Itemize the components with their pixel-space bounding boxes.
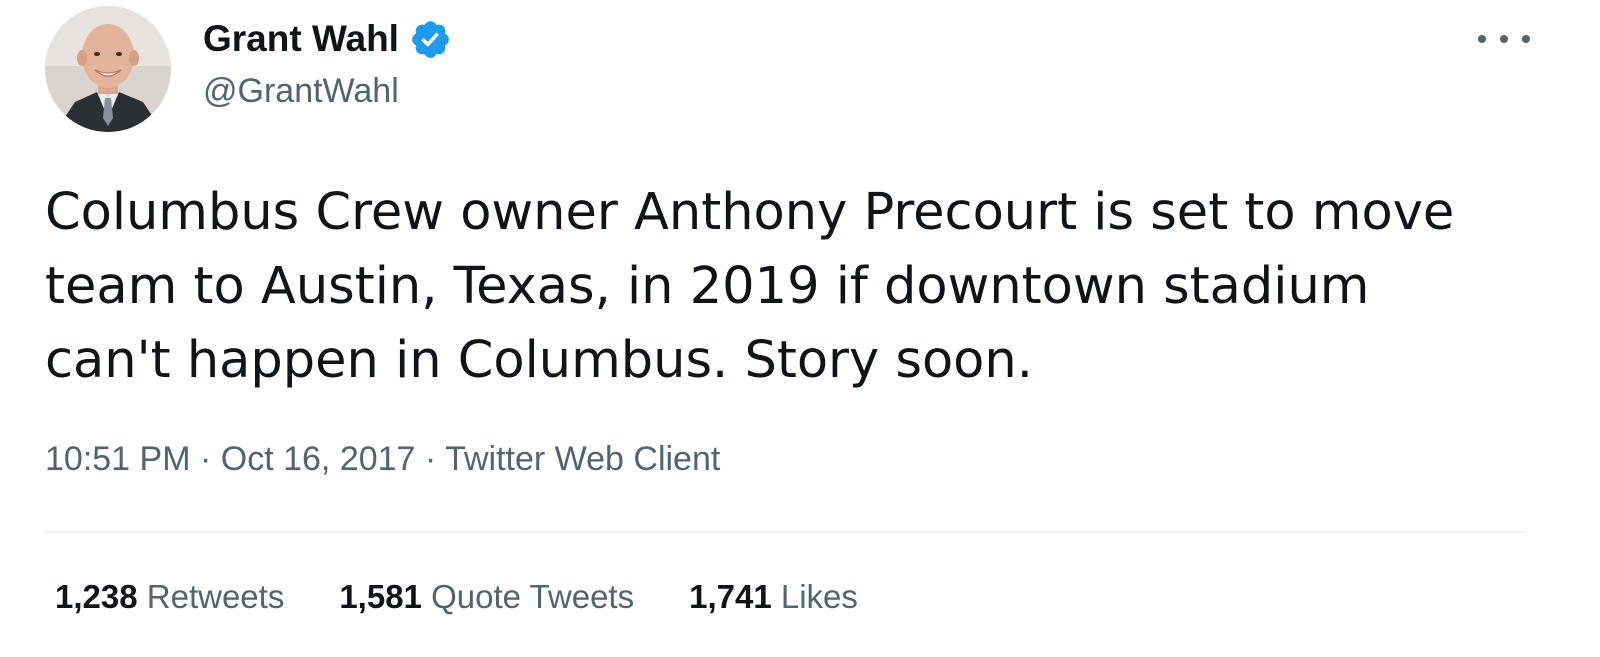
engagement-stats: 1,238 Retweets 1,581 Quote Tweets 1,741 … bbox=[55, 578, 913, 616]
author-display-name[interactable]: Grant Wahl bbox=[203, 18, 399, 60]
tweet-date: Oct 16, 2017 bbox=[220, 440, 416, 478]
likes-stat[interactable]: 1,741 Likes bbox=[689, 578, 858, 616]
dot-icon bbox=[1500, 35, 1508, 43]
author-name-row: Grant Wahl bbox=[203, 14, 452, 64]
verified-badge-icon bbox=[412, 20, 449, 58]
likes-label: Likes bbox=[780, 578, 858, 615]
retweets-stat[interactable]: 1,238 Retweets bbox=[55, 578, 284, 616]
tweet-source[interactable]: Twitter Web Client bbox=[445, 440, 720, 478]
retweets-label: Retweets bbox=[146, 578, 285, 615]
divider bbox=[45, 531, 1527, 533]
quote-tweets-count: 1,581 bbox=[339, 578, 422, 615]
tweet-text: Columbus Crew owner Anthony Precourt is … bbox=[45, 176, 1555, 398]
tweet-card: Grant Wahl @GrantWahl Columbus Crew owne… bbox=[0, 0, 1600, 657]
dot-icon bbox=[1522, 35, 1530, 43]
tweet-metadata: 10:51 PM · Oct 16, 2017 · Twitter Web Cl… bbox=[45, 440, 720, 479]
quote-tweets-label: Quote Tweets bbox=[431, 578, 635, 615]
more-options-icon[interactable] bbox=[1478, 24, 1530, 54]
retweets-count: 1,238 bbox=[55, 578, 138, 615]
quote-tweets-stat[interactable]: 1,581 Quote Tweets bbox=[339, 578, 634, 616]
author-handle[interactable]: @GrantWahl bbox=[203, 72, 399, 111]
tweet-time: 10:51 PM bbox=[45, 440, 191, 478]
tweet-text-line: can't happen in Columbus. Story soon. bbox=[45, 331, 1033, 390]
likes-count: 1,741 bbox=[689, 578, 772, 615]
author-avatar[interactable] bbox=[45, 6, 171, 132]
dot-icon bbox=[1478, 35, 1486, 43]
meta-separator: · bbox=[424, 440, 437, 478]
tweet-text-line: team to Austin, Texas, in 2019 if downto… bbox=[45, 257, 1370, 316]
avatar-photo-icon bbox=[45, 6, 171, 132]
meta-separator: · bbox=[199, 440, 212, 478]
tweet-timestamp[interactable]: 10:51 PM · Oct 16, 2017 bbox=[45, 440, 415, 478]
tweet-text-line: Columbus Crew owner Anthony Precourt is … bbox=[45, 183, 1455, 242]
